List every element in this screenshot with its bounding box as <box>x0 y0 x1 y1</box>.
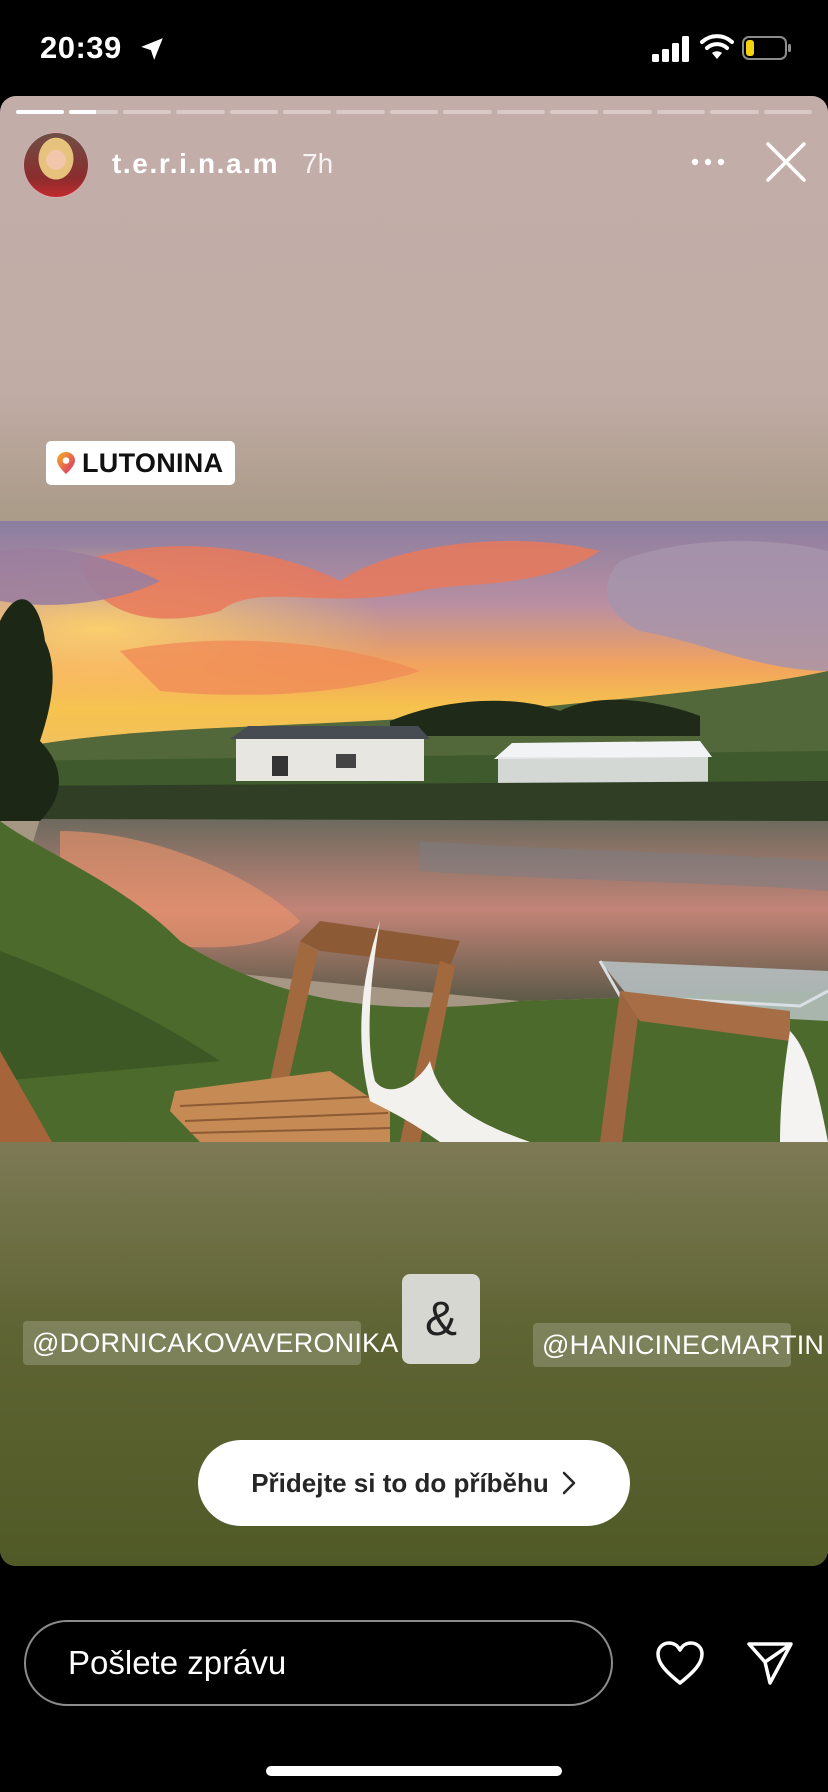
add-to-story-button[interactable]: Přidejte si to do příběhu <box>198 1440 630 1526</box>
progress-segment <box>443 110 492 114</box>
progress-segment <box>603 110 652 114</box>
ampersand-sticker: & <box>402 1274 480 1364</box>
cellular-signal-icon <box>652 36 689 62</box>
progress-segment <box>176 110 225 114</box>
progress-segment <box>336 110 385 114</box>
progress-segment <box>496 110 546 114</box>
home-indicator[interactable] <box>266 1766 562 1776</box>
story-photo <box>0 521 828 1142</box>
story-progress-bar <box>16 110 813 114</box>
progress-segment <box>710 110 759 114</box>
send-icon[interactable] <box>746 1640 794 1686</box>
close-icon[interactable] <box>764 140 808 184</box>
progress-segment <box>389 110 439 114</box>
progress-segment <box>16 110 65 114</box>
status-time: 20:39 <box>40 30 122 65</box>
wifi-icon <box>700 34 734 59</box>
progress-segment <box>283 110 332 114</box>
location-sticker-label: LUTONINA <box>82 447 224 478</box>
mention-sticker[interactable]: @HANICINECMARTIN <box>533 1323 824 1367</box>
location-pin-icon <box>57 452 75 474</box>
progress-segment <box>229 110 279 114</box>
message-input[interactable] <box>24 1620 613 1706</box>
heart-icon[interactable] <box>655 1640 705 1686</box>
progress-segment <box>122 110 172 114</box>
status-bar: 20:39 <box>0 0 828 96</box>
chevron-right-icon <box>562 1471 576 1495</box>
location-arrow-icon <box>141 38 163 60</box>
user-avatar[interactable] <box>23 132 89 198</box>
progress-segment-current <box>69 110 118 114</box>
add-to-story-label: Přidejte si to do příběhu <box>251 1467 549 1498</box>
story-card[interactable]: t.e.r.i.n.a.m 7h LUTONINA @DORNICAKOVAVE… <box>0 96 828 1566</box>
battery-low-icon <box>742 36 791 60</box>
story-time-ago: 7h <box>302 148 334 179</box>
more-options-icon[interactable] <box>690 156 726 168</box>
mention-sticker[interactable]: @DORNICAKOVAVERONIKA <box>23 1321 398 1365</box>
story-username[interactable]: t.e.r.i.n.a.m <box>112 148 279 180</box>
location-sticker[interactable]: LUTONINA <box>46 441 236 485</box>
progress-segment <box>656 110 706 114</box>
progress-segment <box>550 110 599 114</box>
progress-segment <box>763 110 813 114</box>
